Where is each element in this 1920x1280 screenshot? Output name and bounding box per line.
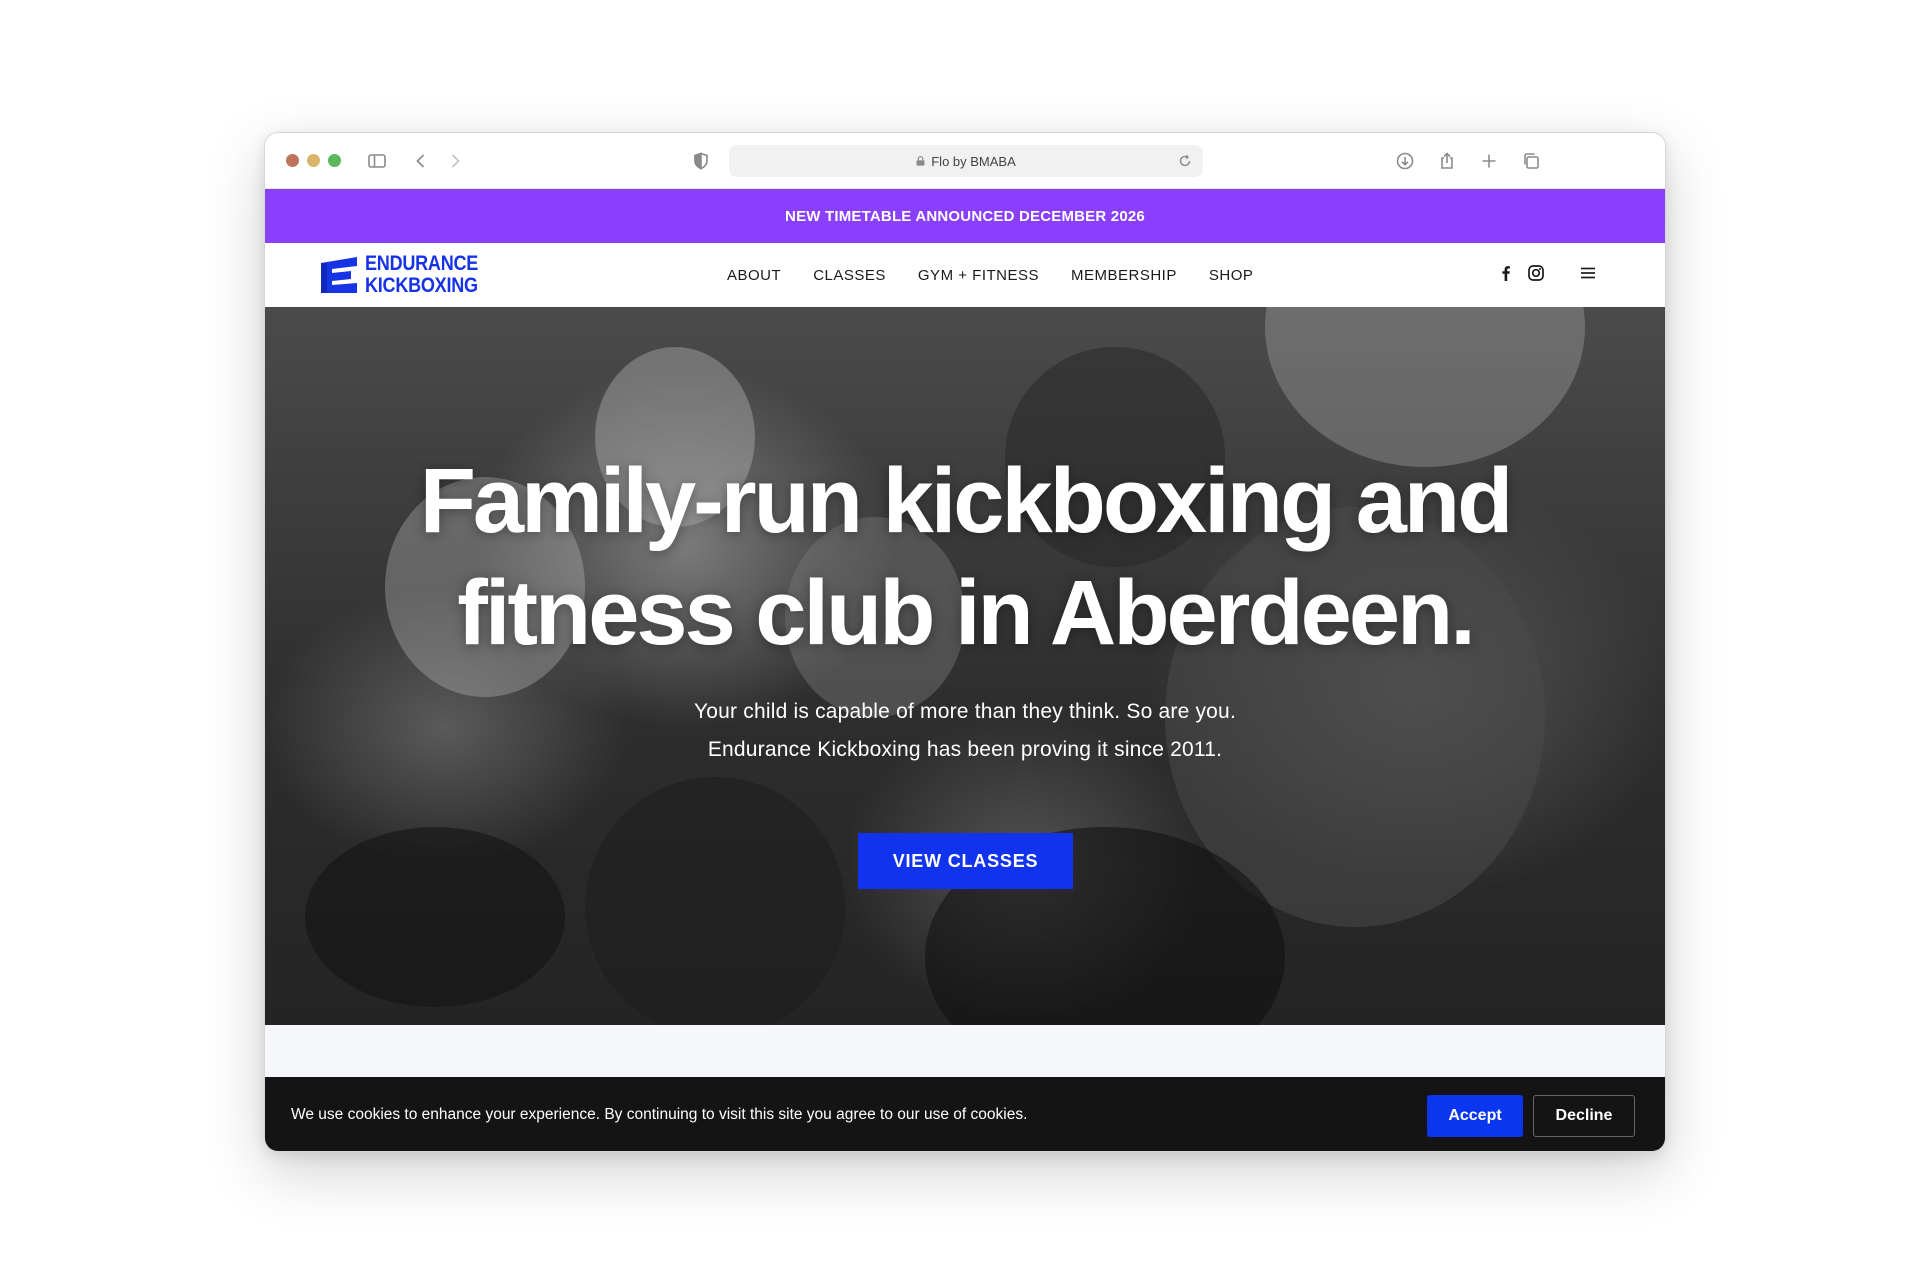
endurance-logo-icon (321, 257, 357, 293)
next-section-strip (265, 1025, 1665, 1077)
hero-title-line-1: Family-run kickboxing and (419, 450, 1514, 552)
facebook-icon[interactable] (1497, 264, 1515, 287)
reload-icon[interactable] (1177, 153, 1193, 169)
hero-title: Family-run kickboxing and fitness club i… (265, 445, 1665, 669)
nav-membership[interactable]: MEMBERSHIP (1071, 267, 1177, 284)
nav-gym-fitness[interactable]: GYM + FITNESS (918, 267, 1039, 284)
sidebar-icon[interactable] (365, 149, 389, 173)
tabs-icon[interactable] (1519, 149, 1543, 173)
download-icon[interactable] (1393, 149, 1417, 173)
view-classes-button[interactable]: VIEW CLASSES (858, 833, 1073, 889)
announcement-text[interactable]: NEW TIMETABLE ANNOUNCED DECEMBER 2026 (785, 208, 1145, 225)
browser-window: Flo by BMABA NEW TIMETABLE ANNOUNCED DEC… (264, 132, 1666, 1152)
address-text: Flo by BMABA (931, 153, 1016, 169)
address-bar[interactable]: Flo by BMABA (729, 145, 1203, 177)
hero-title-line-2: fitness club in Aberdeen. (457, 562, 1476, 664)
site-logo[interactable]: ENDURANCE KICKBOXING (317, 252, 496, 298)
nav-shop[interactable]: SHOP (1209, 267, 1254, 284)
header-actions (1497, 263, 1597, 287)
hero-subtitle: Your child is capable of more than they … (265, 693, 1665, 769)
hero-section: Family-run kickboxing and fitness club i… (265, 307, 1665, 1025)
logo-line-2: KICKBOXING (365, 274, 478, 297)
minimize-window-button[interactable] (307, 154, 320, 167)
new-tab-icon[interactable] (1477, 149, 1501, 173)
site-header: ENDURANCE KICKBOXING ABOUT CLASSES GYM +… (265, 243, 1665, 307)
back-icon[interactable] (409, 149, 433, 173)
instagram-icon[interactable] (1527, 264, 1545, 287)
logo-wordmark: ENDURANCE KICKBOXING (365, 253, 478, 297)
close-window-button[interactable] (286, 154, 299, 167)
shield-icon[interactable] (689, 149, 713, 173)
share-icon[interactable] (1435, 149, 1459, 173)
lock-icon (916, 156, 925, 166)
menu-icon[interactable] (1579, 264, 1597, 287)
maximize-window-button[interactable] (328, 154, 341, 167)
forward-icon[interactable] (443, 149, 467, 173)
announcement-bar[interactable]: NEW TIMETABLE ANNOUNCED DECEMBER 2026 (265, 189, 1665, 243)
decline-cookies-button[interactable]: Decline (1533, 1095, 1635, 1137)
accept-cookies-button[interactable]: Accept (1427, 1095, 1523, 1137)
nav-classes[interactable]: CLASSES (813, 267, 886, 284)
hero-subtitle-line-1: Your child is capable of more than they … (694, 700, 1236, 723)
hero-content: Family-run kickboxing and fitness club i… (265, 307, 1665, 1025)
nav-about[interactable]: ABOUT (727, 267, 781, 284)
main-navigation: ABOUT CLASSES GYM + FITNESS MEMBERSHIP S… (727, 243, 1253, 307)
cookie-banner: We use cookies to enhance your experienc… (265, 1077, 1665, 1151)
hero-subtitle-line-2: Endurance Kickboxing has been proving it… (707, 738, 1223, 761)
logo-line-1: ENDURANCE (365, 252, 479, 275)
cookie-message: We use cookies to enhance your experienc… (291, 1106, 1028, 1123)
browser-toolbar: Flo by BMABA (265, 133, 1665, 189)
